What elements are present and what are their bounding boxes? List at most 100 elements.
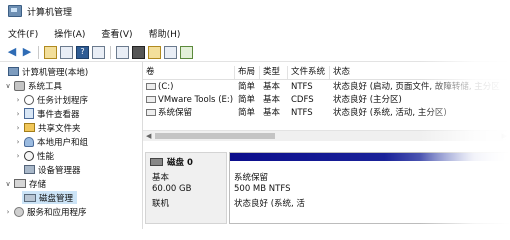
show-hide-icon[interactable]	[92, 45, 105, 59]
shared-folder-icon	[24, 123, 35, 132]
chevron-right-icon[interactable]: ›	[14, 110, 22, 118]
chevron-down-icon[interactable]: ∨	[4, 82, 12, 90]
tree-item-shared-folders[interactable]: › 共享文件夹	[14, 121, 81, 134]
disk-name: 磁盘 0	[150, 156, 193, 168]
folder-up-icon[interactable]	[44, 45, 57, 59]
column-header-status[interactable]: 状态	[330, 66, 510, 79]
settings-icon[interactable]	[180, 45, 193, 59]
tree-item-event-viewer[interactable]: › 事件查看器	[14, 107, 80, 120]
volume-cell: 系统保留	[143, 107, 235, 119]
clock-icon	[24, 94, 34, 105]
toolbar: ◀ ▶ ?	[0, 43, 510, 62]
disk-state: 联机	[152, 199, 170, 209]
tree-item-performance[interactable]: › 性能	[14, 149, 54, 162]
menu-bar: 文件(F) 操作(A) 查看(V) 帮助(H)	[0, 25, 510, 41]
tree-item-label: 事件查看器	[37, 109, 80, 120]
window-title: 计算机管理	[27, 7, 73, 18]
search-icon[interactable]	[164, 45, 177, 59]
disk-icon	[150, 158, 163, 166]
tree-item-root[interactable]: 计算机管理(本地)	[6, 65, 88, 78]
partition-name: 系统保留	[234, 173, 269, 183]
properties-icon[interactable]	[116, 45, 129, 59]
computer-management-icon	[8, 5, 22, 17]
disk-map: 磁盘 0 基本 60.00 GB 联机 系统保留 500 MB NTFS 状态良…	[143, 148, 510, 229]
status-cell: 状态良好 (主分区)	[333, 95, 402, 105]
type-cell: 基本	[263, 95, 281, 105]
tree-item-system-tools[interactable]: ∨ 系统工具	[4, 79, 62, 92]
tree-item-task-scheduler[interactable]: › 任务计划程序	[14, 93, 88, 106]
tree-item-storage[interactable]: ∨ 存储	[4, 177, 46, 190]
tree-item-label: 计算机管理(本地)	[22, 67, 89, 78]
chevron-right-icon[interactable]: ›	[14, 152, 22, 160]
partition-bar	[230, 153, 510, 161]
chevron-right-icon[interactable]: ›	[14, 96, 22, 104]
storage-icon	[14, 179, 26, 188]
table-row[interactable]: VMware Tools (E:) 简单 基本 CDFS 状态良好 (主分区)	[143, 94, 510, 106]
type-cell: 基本	[263, 82, 281, 92]
volume-icon	[146, 109, 156, 116]
toolbar-separator	[110, 45, 111, 59]
menu-file[interactable]: 文件(F)	[8, 27, 38, 40]
open-icon[interactable]	[132, 45, 145, 59]
device-manager-icon	[24, 165, 35, 174]
horizontal-scrollbar[interactable]: ◀ ▶	[143, 130, 510, 141]
volume-cell: (C:)	[143, 81, 235, 93]
filesystem-cell: NTFS	[291, 82, 313, 92]
layout-cell: 简单	[238, 82, 256, 92]
disk-type: 基本	[152, 173, 170, 183]
new-icon[interactable]	[148, 45, 161, 59]
scrollbar-thumb[interactable]	[155, 133, 275, 139]
disk-icon	[24, 193, 36, 202]
computer-icon	[8, 67, 19, 76]
table-row[interactable]: 系统保留 简单 基本 NTFS 状态良好 (系统, 活动, 主分区)	[143, 107, 510, 119]
filesystem-cell: NTFS	[291, 108, 313, 118]
tree-item-label: 系统工具	[28, 81, 63, 92]
filesystem-cell: CDFS	[291, 95, 314, 105]
scroll-right-icon[interactable]: ▶	[502, 131, 507, 141]
tree-item-label: 性能	[37, 151, 55, 162]
partition-block[interactable]: 系统保留 500 MB NTFS 状态良好 (系统, 活	[229, 152, 510, 224]
help-icon[interactable]: ?	[76, 45, 89, 59]
menu-help[interactable]: 帮助(H)	[149, 27, 181, 40]
scroll-left-icon[interactable]: ◀	[146, 131, 151, 141]
tree-item-label: 磁盘管理	[39, 193, 74, 204]
back-arrow-icon[interactable]: ◀	[6, 46, 18, 58]
disk-size: 60.00 GB	[152, 184, 192, 194]
chevron-right-icon[interactable]: ›	[14, 124, 22, 132]
event-viewer-icon	[24, 108, 34, 119]
volume-list-header: 卷 布局 类型 文件系统 状态	[143, 66, 510, 80]
partition-size: 500 MB NTFS	[234, 184, 291, 194]
column-header-layout[interactable]: 布局	[235, 66, 260, 79]
menu-view[interactable]: 查看(V)	[101, 27, 132, 40]
tree-item-label: 设备管理器	[38, 165, 81, 176]
volume-cell: VMware Tools (E:)	[143, 94, 235, 106]
tree-item-label: 存储	[29, 179, 47, 190]
chevron-right-icon[interactable]: ›	[14, 138, 22, 146]
tree-item-device-manager[interactable]: 设备管理器	[22, 163, 81, 176]
disk-info-panel[interactable]: 磁盘 0 基本 60.00 GB 联机	[145, 152, 227, 224]
tree-item-label: 共享文件夹	[38, 123, 81, 134]
volume-name: 系统保留	[158, 108, 193, 118]
type-cell: 基本	[263, 108, 281, 118]
chevron-down-icon[interactable]: ∨	[4, 180, 12, 188]
forward-arrow-icon[interactable]: ▶	[21, 46, 33, 58]
tree-item-local-users[interactable]: › 本地用户和组	[14, 135, 88, 148]
services-icon	[14, 206, 24, 217]
column-header-volume[interactable]: 卷	[143, 66, 235, 79]
console-tree-icon[interactable]	[60, 45, 73, 59]
table-row[interactable]: (C:) 简单 基本 NTFS 状态良好 (启动, 页面文件, 故障转储, 主分…	[143, 81, 510, 93]
menu-action[interactable]: 操作(A)	[54, 27, 85, 40]
partition-status: 状态良好 (系统, 活	[234, 199, 305, 209]
column-header-filesystem[interactable]: 文件系统	[288, 66, 330, 79]
tree-item-disk-management[interactable]: 磁盘管理	[22, 191, 78, 204]
layout-cell: 简单	[238, 95, 256, 105]
title-bar: 计算机管理	[0, 0, 510, 22]
column-header-type[interactable]: 类型	[260, 66, 288, 79]
volume-icon	[146, 83, 156, 90]
chevron-right-icon[interactable]: ›	[4, 208, 12, 216]
tree-item-label: 任务计划程序	[37, 95, 89, 106]
console-tree: 计算机管理(本地) ∨ 系统工具 › 任务计划程序 › 事件查看器 › 共享文件…	[0, 62, 143, 229]
tree-item-services[interactable]: › 服务和应用程序	[4, 205, 87, 218]
tree-item-label: 服务和应用程序	[27, 207, 87, 218]
volume-name: (C:)	[158, 82, 174, 92]
